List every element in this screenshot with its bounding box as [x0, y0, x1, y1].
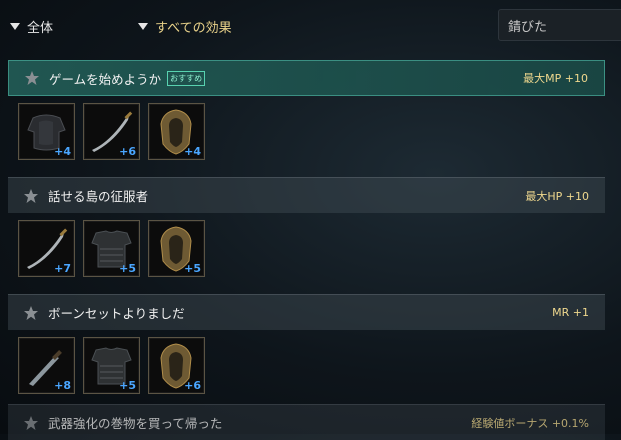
- star-icon[interactable]: [23, 70, 41, 86]
- item-slot[interactable]: +5: [83, 220, 140, 277]
- set-bonus: 最大HP +10: [525, 189, 589, 203]
- chevron-down-icon: [10, 22, 20, 30]
- set-title: 武器強化の巻物を買って帰った: [48, 416, 223, 431]
- chevron-down-icon: [138, 22, 148, 30]
- category-dropdown[interactable]: 全体: [10, 16, 53, 36]
- set-items-1: +4 +6 +4: [18, 103, 205, 160]
- category-dropdown-label: 全体: [27, 20, 54, 36]
- item-slot[interactable]: +6: [83, 103, 140, 160]
- item-slot[interactable]: +6: [148, 337, 205, 394]
- star-icon[interactable]: [22, 305, 40, 321]
- effect-dropdown[interactable]: すべての効果: [138, 16, 232, 36]
- set-bonus: MR +1: [552, 306, 589, 319]
- item-slot[interactable]: +4: [148, 103, 205, 160]
- set-header-2[interactable]: 話せる島の征服者 最大HP +10: [8, 177, 605, 213]
- item-slot[interactable]: +4: [18, 103, 75, 160]
- item-slot[interactable]: +7: [18, 220, 75, 277]
- enhance-level: +6: [119, 145, 136, 158]
- set-header-4[interactable]: 武器強化の巻物を買って帰った 経験値ボーナス +0.1%: [8, 404, 605, 440]
- item-slot[interactable]: +5: [148, 220, 205, 277]
- enhance-level: +5: [184, 262, 201, 275]
- enhance-level: +7: [54, 262, 71, 275]
- filter-bar: 全体 すべての効果 錆びた: [0, 0, 621, 52]
- enhance-level: +4: [184, 145, 201, 158]
- item-slot[interactable]: +8: [18, 337, 75, 394]
- set-items-2: +7 +5 +5: [18, 220, 205, 277]
- effect-dropdown-label: すべての効果: [155, 20, 232, 36]
- enhance-level: +5: [119, 262, 136, 275]
- search-input[interactable]: 錆びた: [498, 9, 621, 41]
- set-header-1[interactable]: ゲームを始めようか おすすめ 最大MP +10: [8, 60, 605, 96]
- enhance-level: +8: [54, 379, 71, 392]
- star-icon[interactable]: [22, 188, 40, 204]
- enhance-level: +5: [119, 379, 136, 392]
- star-icon[interactable]: [22, 415, 40, 431]
- recommended-badge: おすすめ: [167, 70, 206, 86]
- set-title: ゲームを始めようか: [49, 71, 162, 87]
- set-title: ボーンセットよりましだ: [48, 306, 185, 321]
- enhance-level: +4: [54, 145, 71, 158]
- item-slot[interactable]: +5: [83, 337, 140, 394]
- set-bonus: 経験値ボーナス +0.1%: [471, 416, 589, 430]
- search-input-value: 錆びた: [508, 20, 548, 35]
- set-header-3[interactable]: ボーンセットよりましだ MR +1: [8, 294, 605, 330]
- set-title: 話せる島の征服者: [48, 189, 149, 204]
- enhance-level: +6: [184, 379, 201, 392]
- set-items-3: +8 +5 +6: [18, 337, 205, 394]
- set-bonus: 最大MP +10: [523, 72, 588, 85]
